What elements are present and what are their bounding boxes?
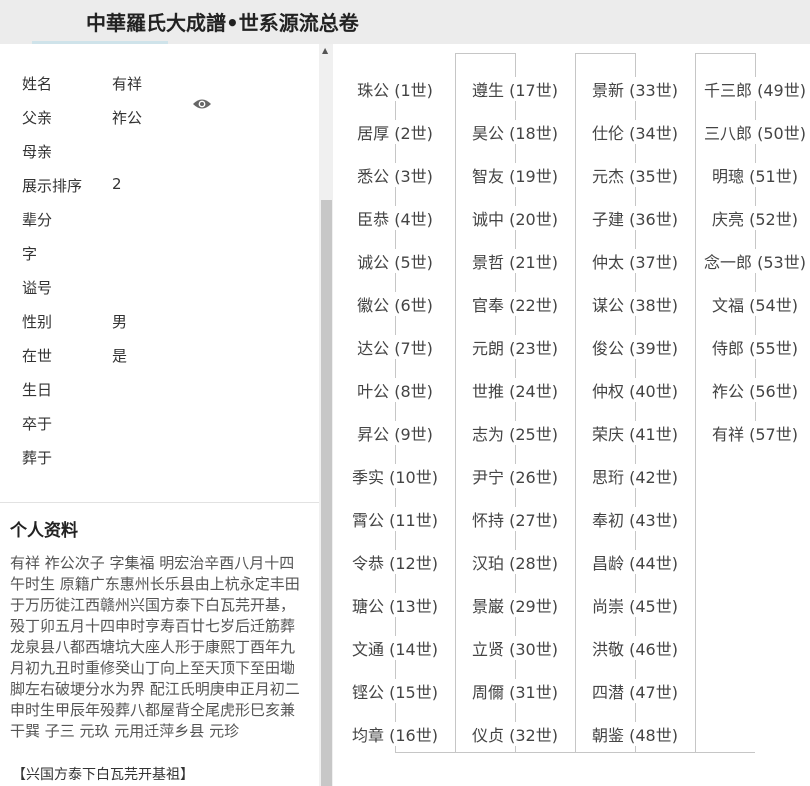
app-header: 中華羅氏大成譜•世系源流总卷: [0, 0, 810, 44]
info-value: 男: [112, 313, 128, 331]
tree-connector-line: [455, 53, 515, 54]
lineage-item[interactable]: 昌龄 (44世): [591, 550, 679, 574]
tree-connector-line: [455, 53, 456, 752]
info-label: 在世: [22, 347, 53, 365]
lineage-item[interactable]: 文通 (14世): [351, 636, 439, 660]
lineage-item[interactable]: 铿公 (15世): [351, 679, 439, 703]
lineage-item[interactable]: 念一郎 (53世): [703, 249, 807, 273]
info-label: 展示排序: [22, 177, 83, 195]
info-label: 辈分: [22, 211, 53, 229]
lineage-item[interactable]: 荣庆 (41世): [591, 421, 679, 445]
profile-text: 有祥 祚公次子 字集福 明宏治辛酉八月十四午时生 原籍广东惠州长乐县由上杭永定丰…: [10, 554, 300, 740]
lineage-item[interactable]: 元杰 (35世): [591, 163, 679, 187]
lineage-item[interactable]: 徽公 (6世): [356, 292, 434, 316]
lineage-item[interactable]: 臣恭 (4世): [356, 206, 434, 230]
lineage-item[interactable]: 奉初 (43世): [591, 507, 679, 531]
lineage-item[interactable]: 志为 (25世): [471, 421, 559, 445]
profile-title: 个人资料: [10, 521, 78, 541]
lineage-item[interactable]: 景巌 (29世): [471, 593, 559, 617]
lineage-item[interactable]: 官奉 (22世): [471, 292, 559, 316]
lineage-item[interactable]: 祚公 (56世): [711, 378, 799, 402]
lineage-item[interactable]: 朝鉴 (48世): [591, 722, 679, 746]
page-title: 中華羅氏大成譜•世系源流总卷: [86, 11, 359, 35]
lineage-item[interactable]: 世推 (24世): [471, 378, 559, 402]
tree-trunk-line: [755, 53, 756, 431]
lineage-item[interactable]: 三八郎 (50世): [703, 120, 807, 144]
lineage-item[interactable]: 居厚 (2世): [356, 120, 434, 144]
info-value: 有祥: [112, 75, 143, 93]
lineage-item[interactable]: 周儞 (31世): [471, 679, 559, 703]
lineage-item[interactable]: 珠公 (1世): [356, 77, 434, 101]
profile-tag: 【兴国方泰下白瓦芫开基祖】: [12, 767, 194, 783]
info-value: 2: [112, 175, 122, 193]
lineage-item[interactable]: 均章 (16世): [351, 722, 439, 746]
tree-connector-line: [575, 53, 576, 752]
scrollbar-thumb[interactable]: [321, 200, 332, 786]
lineage-item[interactable]: 千三郎 (49世): [703, 77, 807, 101]
info-label: 字: [22, 245, 38, 263]
lineage-item[interactable]: 景哲 (21世): [471, 249, 559, 273]
lineage-item[interactable]: 尹宁 (26世): [471, 464, 559, 488]
tree-connector-line: [695, 53, 696, 752]
lineage-item[interactable]: 悉公 (3世): [356, 163, 434, 187]
person-panel: 姓名 有祥父亲 祚公母亲展示排序 2 辈分字谥号性别 男在世 是生日卒于葬于 个人资料 有祥…: [0, 44, 319, 786]
lineage-item[interactable]: 令恭 (12世): [351, 550, 439, 574]
lineage-item[interactable]: 景新 (33世): [591, 77, 679, 101]
scroll-up-arrow-icon[interactable]: ▲: [322, 47, 328, 55]
info-label: 母亲: [22, 143, 53, 161]
lineage-item[interactable]: 昇公 (9世): [356, 421, 434, 445]
lineage-item[interactable]: 仲太 (37世): [591, 249, 679, 273]
lineage-item[interactable]: 有祥 (57世): [711, 421, 799, 445]
lineage-item[interactable]: 智友 (19世): [471, 163, 559, 187]
lineage-item[interactable]: 四潜 (47世): [591, 679, 679, 703]
tree-connector-line: [515, 752, 635, 753]
info-label: 葬于: [22, 449, 53, 467]
lineage-item[interactable]: 文福 (54世): [711, 292, 799, 316]
tree-connector-line: [695, 53, 755, 54]
info-label: 姓名: [22, 75, 53, 93]
lineage-item[interactable]: 尚崇 (45世): [591, 593, 679, 617]
lineage-item[interactable]: 瑭公 (13世): [351, 593, 439, 617]
lineage-item[interactable]: 子建 (36世): [591, 206, 679, 230]
lineage-item[interactable]: 思珩 (42世): [591, 464, 679, 488]
lineage-item[interactable]: 达公 (7世): [356, 335, 434, 359]
lineage-item[interactable]: 汉珀 (28世): [471, 550, 559, 574]
info-value: 是: [112, 347, 128, 365]
eye-icon[interactable]: [192, 97, 212, 111]
lineage-tree: 珠公 (1世) 居厚 (2世) 悉公 (3世) 臣恭 (4世) 诚公 (5世) 徽公 (6…: [333, 44, 810, 786]
lineage-item[interactable]: 怀持 (27世): [471, 507, 559, 531]
lineage-item[interactable]: 诚中 (20世): [471, 206, 559, 230]
info-value: 祚公: [112, 109, 143, 127]
info-label: 性别: [22, 313, 53, 331]
lineage-item[interactable]: 侍郎 (55世): [711, 335, 799, 359]
lineage-item[interactable]: 叶公 (8世): [356, 378, 434, 402]
lineage-item[interactable]: 仲权 (40世): [591, 378, 679, 402]
lineage-item[interactable]: 洪敬 (46世): [591, 636, 679, 660]
info-label: 谥号: [22, 279, 53, 297]
lineage-item[interactable]: 俊公 (39世): [591, 335, 679, 359]
info-label: 父亲: [22, 109, 53, 127]
lineage-item[interactable]: 季实 (10世): [351, 464, 439, 488]
lineage-item[interactable]: 霄公 (11世): [351, 507, 439, 531]
lineage-item[interactable]: 诚公 (5世): [356, 249, 434, 273]
tree-connector-line: [635, 752, 755, 753]
lineage-item[interactable]: 庆亮 (52世): [711, 206, 799, 230]
lineage-item[interactable]: 仕伦 (34世): [591, 120, 679, 144]
lineage-item[interactable]: 明璁 (51世): [711, 163, 799, 187]
lineage-item[interactable]: 立贤 (30世): [471, 636, 559, 660]
lineage-item[interactable]: 仪贞 (32世): [471, 722, 559, 746]
tree-connector-line: [575, 53, 635, 54]
info-label: 卒于: [22, 415, 53, 433]
lineage-item[interactable]: 谋公 (38世): [591, 292, 679, 316]
section-divider: [0, 502, 319, 503]
lineage-item[interactable]: 昊公 (18世): [471, 120, 559, 144]
tree-connector-line: [395, 752, 515, 753]
info-label: 生日: [22, 381, 53, 399]
lineage-item[interactable]: 遵生 (17世): [471, 77, 559, 101]
lineage-item[interactable]: 元朗 (23世): [471, 335, 559, 359]
